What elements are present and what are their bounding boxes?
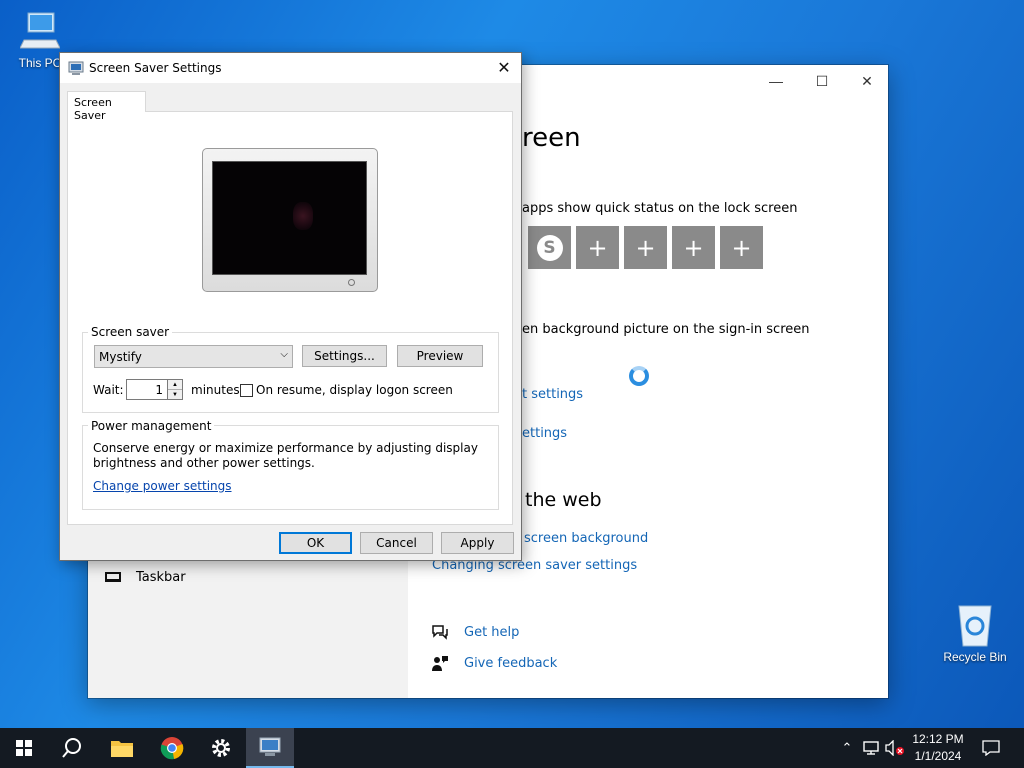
- chrome-button[interactable]: [148, 728, 196, 768]
- spin-up-icon[interactable]: ▲: [168, 380, 182, 390]
- windows-logo-icon: [16, 740, 32, 756]
- wait-minutes-spinner[interactable]: ▲ ▼: [168, 379, 183, 400]
- logon-screen-checkbox[interactable]: [240, 384, 253, 397]
- show-hidden-icons-button[interactable]: ⌃: [838, 728, 856, 768]
- clock-time: 12:12 PM: [912, 732, 964, 746]
- screen-saver-taskbar-button[interactable]: [246, 728, 294, 768]
- network-icon: [863, 741, 879, 755]
- dialog-close-button[interactable]: ✕: [487, 53, 521, 83]
- page-title: reen: [522, 123, 581, 153]
- monitor-power-indicator: [348, 279, 355, 286]
- quick-status-label: apps show quick status on the lock scree…: [522, 201, 798, 216]
- get-help-link[interactable]: Get help: [464, 625, 519, 640]
- this-pc-label: This PC: [18, 56, 62, 70]
- loading-spinner-icon: [629, 366, 649, 386]
- plus-icon: +: [587, 233, 608, 262]
- search-button[interactable]: [48, 728, 96, 768]
- monitor-preview: [202, 148, 378, 292]
- power-management-group-label: Power management: [88, 419, 215, 433]
- plus-icon: +: [683, 233, 704, 262]
- search-icon: [62, 738, 81, 758]
- plus-icon: +: [731, 233, 752, 262]
- add-quick-status-app-button[interactable]: +: [672, 226, 715, 269]
- screen-saver-icon: [259, 737, 281, 756]
- folder-icon: [111, 741, 133, 757]
- network-button[interactable]: [861, 728, 881, 768]
- maximize-button[interactable]: ☐: [799, 69, 845, 93]
- close-button[interactable]: ✕: [844, 69, 890, 93]
- clock-date: 1/1/2024: [914, 749, 962, 763]
- recycle-bin-label: Recycle Bin: [943, 650, 1007, 664]
- recycle-bin-desktop-icon[interactable]: Recycle Bin: [937, 602, 1013, 664]
- add-quick-status-app-button[interactable]: +: [720, 226, 763, 269]
- wait-label: Wait:: [93, 383, 124, 397]
- give-feedback-link[interactable]: Give feedback: [464, 656, 557, 671]
- screen-saver-select-value: Mystify: [99, 350, 142, 364]
- web-section-heading: the web: [525, 489, 602, 511]
- preview-button[interactable]: Preview: [397, 345, 483, 367]
- screen-saver-dialog: Screen Saver Settings ✕ Screen Saver Scr…: [59, 52, 522, 561]
- get-help-icon: [431, 624, 449, 640]
- settings-app-button[interactable]: [197, 728, 245, 768]
- plus-icon: +: [635, 233, 656, 262]
- screen-saver-app-icon: [68, 60, 84, 76]
- tab-screen-saver[interactable]: Screen Saver: [67, 91, 146, 122]
- spin-down-icon[interactable]: ▼: [168, 390, 182, 400]
- apply-button[interactable]: Apply: [441, 532, 514, 554]
- taskbar: ⌃ 12:12 PM 1/1/2024: [0, 728, 1024, 768]
- minutes-label: minutes: [191, 383, 240, 397]
- start-button[interactable]: [0, 728, 48, 768]
- recycle-bin-icon: [955, 602, 995, 648]
- chrome-icon: [160, 737, 184, 760]
- dialog-title: Screen Saver Settings: [89, 61, 222, 75]
- skype-tile[interactable]: S: [528, 226, 571, 269]
- change-power-settings-link[interactable]: Change power settings: [93, 479, 232, 493]
- screen-saver-preview-screen: [212, 161, 367, 275]
- computer-icon: [19, 10, 61, 54]
- settings-button[interactable]: Settings...: [302, 345, 387, 367]
- notification-icon: [982, 740, 1000, 756]
- logon-screen-label[interactable]: On resume, display logon screen: [256, 383, 453, 397]
- give-feedback-icon: [431, 655, 449, 672]
- notifications-button[interactable]: [979, 728, 1003, 768]
- screen-saver-select[interactable]: Mystify ⌵: [94, 345, 293, 368]
- power-description-line-2: brightness and other power settings.: [93, 456, 315, 470]
- mystify-preview-glyph: [293, 202, 313, 230]
- power-description-line-1: Conserve energy or maximize performance …: [93, 441, 478, 455]
- chevron-down-icon: ⌵: [280, 349, 288, 360]
- minimize-button[interactable]: —: [753, 69, 799, 93]
- close-icon: ✕: [497, 60, 511, 77]
- settings-link-2[interactable]: ettings: [522, 426, 567, 441]
- chevron-up-icon: ⌃: [841, 740, 853, 755]
- wait-minutes-input[interactable]: 1: [126, 379, 168, 400]
- taskbar-nav-icon: [105, 572, 121, 582]
- add-quick-status-app-button[interactable]: +: [624, 226, 667, 269]
- cancel-button[interactable]: Cancel: [360, 532, 433, 554]
- screen-background-link[interactable]: screen background: [524, 531, 648, 546]
- settings-link-1[interactable]: t settings: [522, 387, 583, 402]
- ok-button[interactable]: OK: [279, 532, 352, 554]
- volume-button[interactable]: [884, 728, 906, 768]
- taskbar-clock[interactable]: 12:12 PM 1/1/2024: [904, 731, 972, 765]
- skype-icon: S: [536, 234, 563, 261]
- signin-background-label: en background picture on the sign-in scr…: [522, 322, 810, 337]
- add-quick-status-app-button[interactable]: +: [576, 226, 619, 269]
- sidebar-item-taskbar[interactable]: Taskbar: [136, 570, 186, 585]
- dialog-titlebar[interactable]: Screen Saver Settings ✕: [60, 53, 521, 83]
- file-explorer-button[interactable]: [98, 728, 146, 768]
- volume-muted-icon: [885, 740, 904, 756]
- gear-icon: [212, 739, 230, 757]
- screen-saver-group-label: Screen saver: [88, 325, 173, 339]
